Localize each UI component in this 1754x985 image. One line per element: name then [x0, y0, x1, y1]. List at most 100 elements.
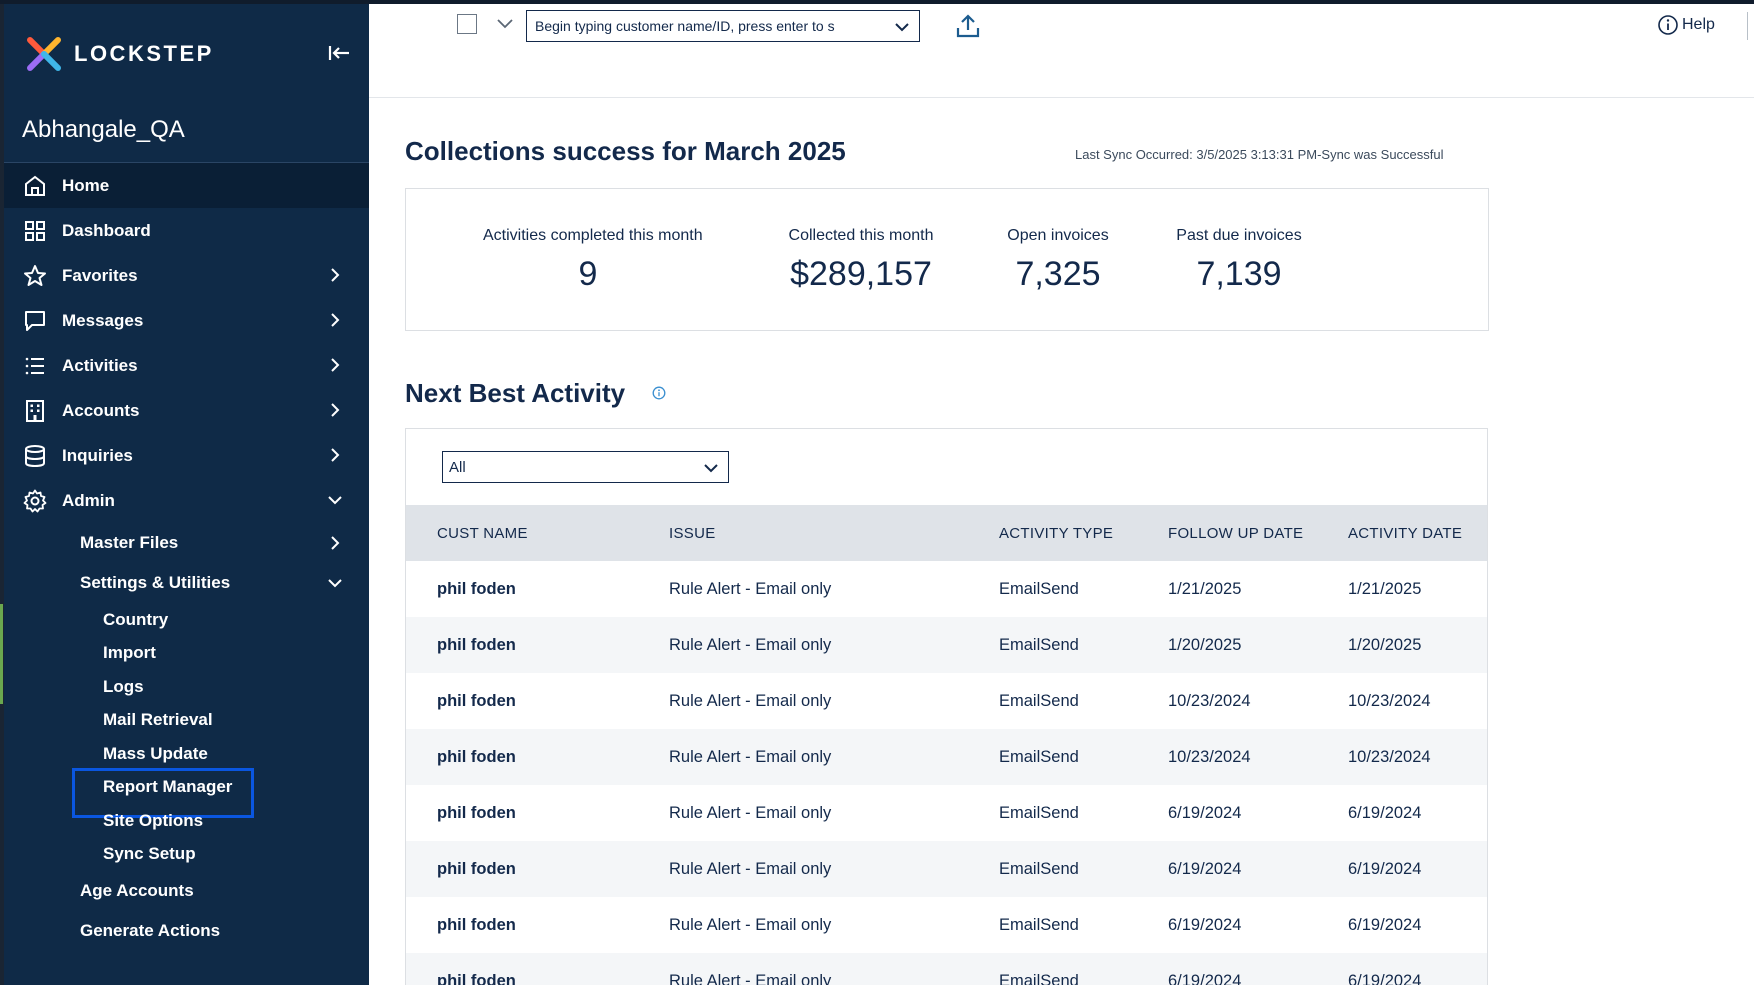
table-row[interactable]: phil foden Rule Alert - Email only Email…: [406, 561, 1487, 617]
table-row[interactable]: phil foden Rule Alert - Email only Email…: [406, 729, 1487, 785]
sidebar-item-dashboard[interactable]: Dashboard: [4, 208, 369, 253]
cell-cust-name[interactable]: phil foden: [437, 804, 516, 823]
sidebar-item-label: Messages: [62, 310, 144, 330]
sidebar-item-accounts[interactable]: Accounts: [4, 388, 369, 433]
stat-open-invoices: Open invoices 7,325: [1002, 227, 1114, 294]
column-header-follow-up-date[interactable]: FOLLOW UP DATE: [1168, 525, 1303, 542]
sidebar-item-report-manager[interactable]: Report Manager: [4, 767, 369, 818]
cell-issue: Rule Alert - Email only: [669, 804, 832, 822]
cell-activity-date: 6/19/2024: [1348, 972, 1422, 985]
cell-follow-up-date: 1/21/2025: [1168, 580, 1242, 598]
table-row[interactable]: phil foden Rule Alert - Email only Email…: [406, 673, 1487, 729]
sidebar-item-inquiries[interactable]: Inquiries: [4, 433, 369, 478]
stat-past-due-invoices: Past due invoices 7,139: [1169, 227, 1309, 294]
cell-cust-name[interactable]: phil foden: [437, 636, 516, 655]
cell-cust-name[interactable]: phil foden: [437, 860, 516, 879]
info-icon[interactable]: [652, 386, 666, 400]
activity-filter-select[interactable]: All: [442, 451, 729, 483]
cell-follow-up-date: 1/20/2025: [1168, 636, 1242, 654]
sidebar-item-label: Mass Update: [103, 743, 208, 763]
sidebar-item-label: Favorites: [62, 265, 138, 285]
cell-cust-name[interactable]: phil foden: [437, 916, 516, 935]
cell-issue: Rule Alert - Email only: [669, 916, 832, 934]
upload-button[interactable]: [954, 12, 982, 40]
sidebar-item-site-options[interactable]: Site Options: [4, 804, 369, 838]
chevron-down-icon[interactable]: [495, 14, 515, 34]
sidebar-item-mass-update[interactable]: Mass Update: [4, 737, 369, 771]
stat-value: 7,139: [1196, 255, 1282, 293]
table-row[interactable]: phil foden Rule Alert - Email only Email…: [406, 953, 1487, 985]
stat-collected: Collected this month $289,157: [781, 227, 941, 294]
sidebar-item-label: Master Files: [80, 533, 179, 552]
cell-activity-date: 1/20/2025: [1348, 636, 1422, 654]
cell-follow-up-date: 10/23/2024: [1168, 692, 1251, 710]
database-icon: [25, 445, 45, 468]
sidebar-item-favorites[interactable]: Favorites: [4, 253, 369, 298]
sidebar-item-age-accounts[interactable]: Age Accounts: [4, 871, 369, 911]
top-bar: Help: [369, 4, 1754, 98]
customer-search-input[interactable]: [533, 17, 877, 35]
help-label: Help: [1682, 16, 1715, 33]
stat-activities-completed: Activities completed this month 9: [483, 227, 703, 294]
cell-cust-name[interactable]: phil foden: [437, 580, 516, 599]
cell-issue: Rule Alert - Email only: [669, 636, 832, 654]
table-row[interactable]: phil foden Rule Alert - Email only Email…: [406, 841, 1487, 897]
chevron-right-icon: [331, 313, 340, 327]
tenant-name: Abhangale_QA: [22, 116, 185, 143]
table-row[interactable]: phil foden Rule Alert - Email only Email…: [406, 617, 1487, 673]
cell-cust-name[interactable]: phil foden: [437, 692, 516, 711]
customer-search[interactable]: [526, 10, 920, 42]
sidebar-item-country[interactable]: Country: [4, 603, 369, 637]
column-header-issue[interactable]: ISSUE: [669, 525, 716, 542]
cell-activity-date: 6/19/2024: [1348, 916, 1422, 934]
help-button[interactable]: Help: [1657, 14, 1715, 36]
chevron-right-icon: [331, 536, 340, 550]
sidebar-item-label: Inquiries: [62, 445, 133, 465]
section-title: Next Best Activity: [405, 378, 626, 408]
cell-issue: Rule Alert - Email only: [669, 692, 832, 710]
column-header-cust-name[interactable]: CUST NAME: [437, 525, 528, 542]
sidebar-item-master-files[interactable]: Master Files: [4, 523, 369, 563]
chevron-down-icon[interactable]: [893, 18, 911, 36]
sidebar-item-sync-setup[interactable]: Sync Setup: [4, 838, 369, 872]
table-row[interactable]: phil foden Rule Alert - Email only Email…: [406, 897, 1487, 953]
column-header-activity-type[interactable]: ACTIVITY TYPE: [999, 525, 1113, 542]
sidebar-item-generate-actions[interactable]: Generate Actions: [4, 911, 369, 951]
table-body: phil foden Rule Alert - Email only Email…: [406, 561, 1487, 985]
filter-value: All: [449, 459, 466, 476]
cell-activity-date: 6/19/2024: [1348, 860, 1422, 878]
cell-cust-name[interactable]: phil foden: [437, 972, 516, 985]
star-icon: [24, 265, 46, 286]
sidebar-item-label: Logs: [103, 676, 144, 696]
chevron-down-icon: [328, 579, 342, 588]
cell-follow-up-date: 10/23/2024: [1168, 748, 1251, 766]
cell-activity-type: EmailSend: [999, 860, 1079, 878]
gear-icon: [23, 489, 47, 513]
cell-activity-date: 10/23/2024: [1348, 692, 1431, 710]
sidebar-item-messages[interactable]: Messages: [4, 298, 369, 343]
sidebar-item-settings-utilities[interactable]: Settings & Utilities: [4, 563, 369, 603]
cell-follow-up-date: 6/19/2024: [1168, 916, 1242, 934]
table-row[interactable]: phil foden Rule Alert - Email only Email…: [406, 785, 1487, 841]
sidebar-item-import[interactable]: Import: [4, 637, 369, 671]
cell-cust-name[interactable]: phil foden: [437, 748, 516, 767]
column-header-activity-date[interactable]: ACTIVITY DATE: [1348, 525, 1462, 542]
sidebar-item-mail-retrieval[interactable]: Mail Retrieval: [4, 704, 369, 738]
collapse-sidebar-button[interactable]: [324, 40, 354, 70]
cell-activity-type: EmailSend: [999, 580, 1079, 598]
sidebar-item-admin[interactable]: Admin: [4, 478, 369, 523]
select-checkbox[interactable]: [457, 14, 477, 34]
stat-caption: Open invoices: [1007, 227, 1109, 244]
sync-status: Last Sync Occurred: 3/5/2025 3:13:31 PM-…: [1075, 147, 1444, 162]
logo-text: LOCKSTEP: [74, 41, 214, 66]
cell-issue: Rule Alert - Email only: [669, 580, 832, 598]
info-icon: [1658, 15, 1678, 35]
cell-activity-date: 1/21/2025: [1348, 580, 1422, 598]
sidebar-item-activities[interactable]: Activities: [4, 343, 369, 388]
sidebar-item-home[interactable]: Home: [4, 163, 369, 208]
chevron-right-icon: [331, 268, 340, 282]
sidebar-item-logs[interactable]: Logs: [4, 670, 369, 704]
sidebar-item-label: Report Manager: [103, 777, 233, 797]
chevron-down-icon: [328, 496, 342, 505]
lockstep-logo[interactable]: LOCKSTEP: [24, 34, 214, 74]
